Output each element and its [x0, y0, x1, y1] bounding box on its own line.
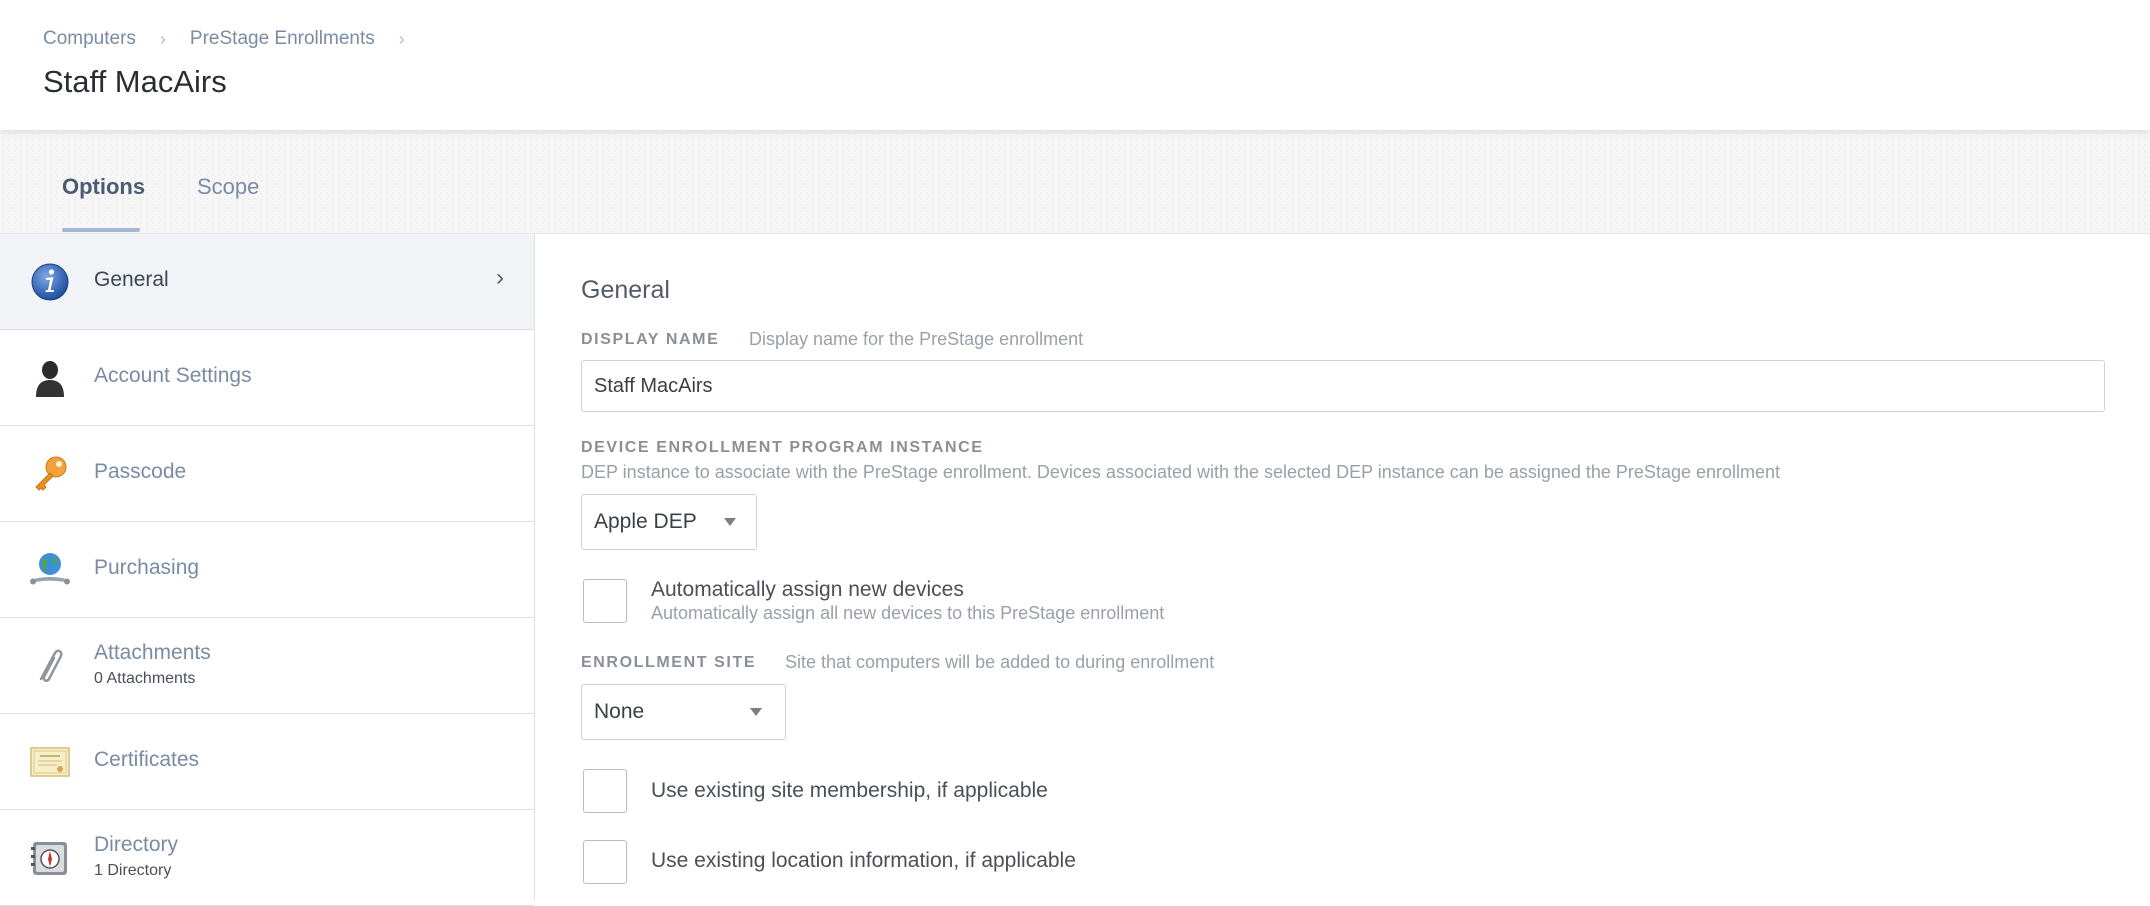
- sidebar-item-certificates[interactable]: Certificates: [0, 714, 534, 810]
- sidebar-item-label: Directory: [94, 833, 179, 856]
- directory-icon: [29, 837, 71, 879]
- breadcrumb-prestage-enrollments[interactable]: PreStage Enrollments: [190, 28, 375, 50]
- chevron-down-icon: [724, 518, 736, 526]
- sidebar-item-attachments[interactable]: Attachments 0 Attachments: [0, 618, 534, 714]
- globe-icon: [29, 549, 71, 591]
- certificate-icon: [29, 741, 71, 783]
- page-title: Staff MacAirs: [43, 64, 227, 99]
- directory-count: 1 Directory: [94, 862, 172, 879]
- paperclip-icon: [29, 645, 71, 687]
- sidebar-item-label: Purchasing: [94, 556, 200, 579]
- location-info-checkbox[interactable]: [583, 840, 627, 884]
- breadcrumb-computers[interactable]: Computers: [43, 28, 136, 50]
- dep-instance-select[interactable]: Apple DEP: [581, 494, 757, 550]
- sidebar-item-directory[interactable]: Directory 1 Directory: [0, 810, 534, 906]
- enrollment-site-select[interactable]: None: [581, 684, 786, 740]
- display-name-help: Display name for the PreStage enrollment: [749, 329, 1084, 349]
- sidebar-item-label: General: [94, 268, 169, 291]
- enrollment-site-help: Site that computers will be added to dur…: [785, 652, 1215, 672]
- tab-scope[interactable]: Scope: [197, 174, 259, 200]
- breadcrumb: Computers › PreStage Enrollments ›: [43, 28, 429, 50]
- auto-assign-label: Automatically assign new devices: [651, 578, 964, 601]
- breadcrumb-separator-icon: ›: [398, 28, 405, 49]
- sidebar-item-general[interactable]: General ›: [0, 234, 534, 330]
- auto-assign-help: Automatically assign all new devices to …: [651, 603, 1165, 623]
- sidebar-item-purchasing[interactable]: Purchasing: [0, 522, 534, 618]
- section-title: General: [581, 276, 670, 304]
- page-header: Computers › PreStage Enrollments › Staff…: [0, 0, 2150, 130]
- key-icon: [29, 453, 71, 495]
- sidebar-item-passcode[interactable]: Passcode: [0, 426, 534, 522]
- tab-options[interactable]: Options: [62, 174, 145, 200]
- chevron-down-icon: [750, 708, 762, 716]
- dep-instance-help: DEP instance to associate with the PreSt…: [581, 462, 1781, 482]
- sidebar-item-account-settings[interactable]: Account Settings: [0, 330, 534, 426]
- breadcrumb-separator-icon: ›: [159, 28, 166, 49]
- attachments-count: 0 Attachments: [94, 670, 196, 687]
- sidebar: General › Account Settings Passcode Purc…: [0, 234, 535, 906]
- location-info-label: Use existing location information, if ap…: [651, 849, 1076, 872]
- dep-instance-value: Apple DEP: [594, 510, 697, 533]
- info-icon: [29, 261, 71, 303]
- dep-instance-label: DEVICE ENROLLMENT PROGRAM INSTANCE: [581, 439, 984, 456]
- sidebar-item-label: Passcode: [94, 460, 187, 483]
- auto-assign-checkbox[interactable]: [583, 579, 627, 623]
- active-tab-indicator: [62, 228, 140, 232]
- main-panel: General DISPLAY NAME Display name for th…: [536, 234, 2150, 900]
- user-silhouette-icon: [29, 357, 71, 399]
- enrollment-site-label: ENROLLMENT SITE: [581, 654, 757, 671]
- site-membership-checkbox[interactable]: [583, 769, 627, 813]
- display-name-input[interactable]: [581, 360, 2105, 412]
- sidebar-item-label: Account Settings: [94, 364, 252, 387]
- enrollment-site-value: None: [594, 700, 645, 723]
- chevron-right-icon: ›: [496, 264, 504, 291]
- site-membership-label: Use existing site membership, if applica…: [651, 779, 1048, 802]
- sidebar-item-label: Attachments: [94, 641, 211, 664]
- display-name-label: DISPLAY NAME: [581, 331, 720, 348]
- sidebar-item-label: Certificates: [94, 748, 200, 771]
- tab-bar: Options Scope: [0, 130, 2150, 234]
